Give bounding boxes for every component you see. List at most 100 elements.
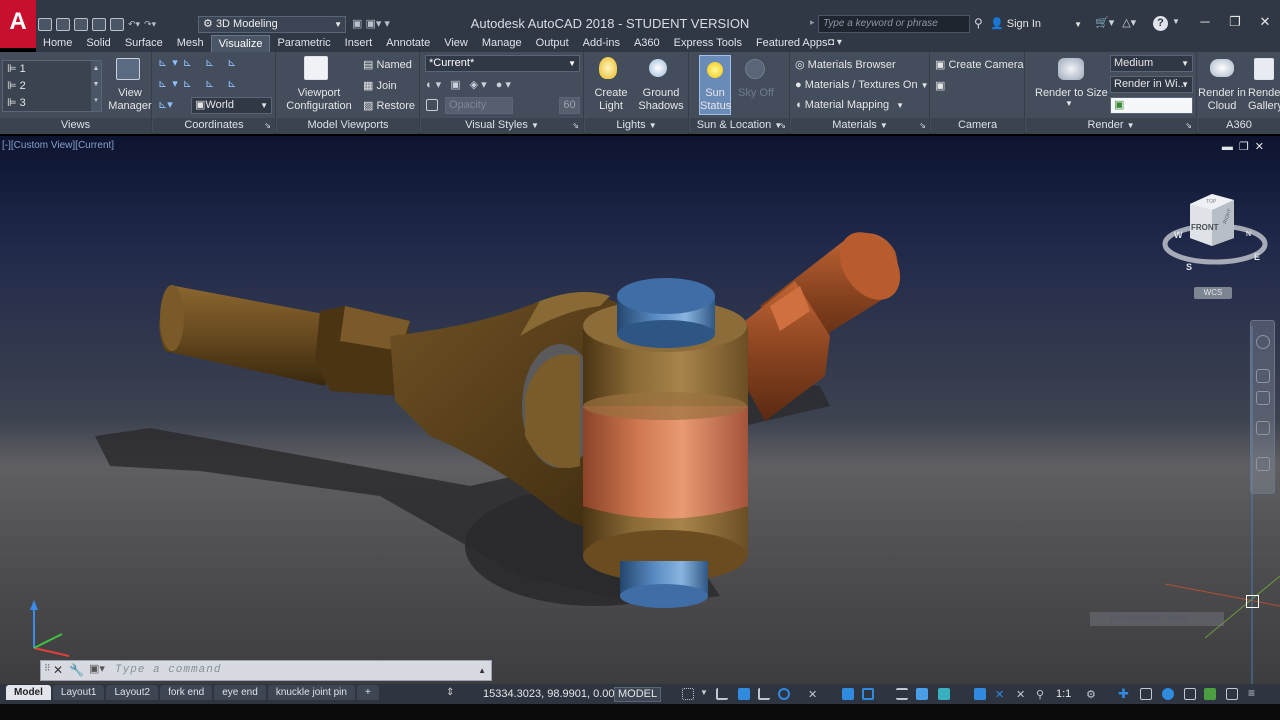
tab-mesh[interactable]: Mesh — [170, 35, 211, 52]
materials-browser-button[interactable]: ◎ Materials Browser — [795, 58, 896, 71]
tab-add-ins[interactable]: Add-ins — [576, 35, 627, 52]
view-item[interactable]: ⊫ 1 — [7, 62, 26, 75]
chevron-down-icon[interactable]: ▼ — [649, 121, 657, 130]
menu-icon[interactable]: ≡ — [1248, 686, 1260, 700]
chevron-down-icon[interactable]: ▼ — [880, 121, 888, 130]
render-in-select[interactable]: Render in Wi... ▼ — [1110, 76, 1193, 93]
tab-surface[interactable]: Surface — [118, 35, 170, 52]
pan-icon[interactable] — [1256, 369, 1270, 383]
ucs-icon-row[interactable]: ⊾▾⊾ ⊾ ⊾ — [158, 56, 242, 69]
osnap-icon[interactable] — [778, 688, 790, 700]
xray-icon[interactable] — [426, 99, 438, 111]
tab-express-tools[interactable]: Express Tools — [667, 35, 749, 52]
layout-tab-layout1[interactable]: Layout1 — [52, 685, 105, 700]
viewport-configuration-icon[interactable] — [304, 56, 328, 80]
new-file-icon[interactable] — [38, 17, 52, 31]
transparency-icon[interactable] — [916, 688, 928, 700]
gallery-icon[interactable] — [1254, 58, 1274, 80]
workspace-switcher[interactable]: ⚙ 3D Modeling ▼ — [198, 16, 346, 33]
visual-style-tools[interactable]: ◐▾ ▣ ◈▾ ●▾ — [426, 78, 514, 91]
redo-icon[interactable]: ↷▾ — [144, 19, 156, 30]
camera-tool-icon[interactable]: ▣ — [935, 79, 945, 92]
sky-icon[interactable] — [745, 59, 765, 79]
tab-home[interactable]: Home — [36, 35, 79, 52]
visual-style-select[interactable]: *Current* ▼ — [425, 55, 580, 72]
compass-south[interactable]: S — [1186, 262, 1192, 272]
save-as-icon[interactable] — [92, 17, 106, 31]
tab-manage[interactable]: Manage — [475, 35, 529, 52]
sign-in-button[interactable]: 👤 Sign In ▼ — [990, 17, 1082, 30]
close-icon[interactable]: ✕ — [1255, 141, 1270, 153]
wrench-icon[interactable]: 🔧 — [69, 663, 84, 677]
layout-tab-knuckle-joint-pin[interactable]: knuckle joint pin — [267, 685, 355, 700]
close-icon[interactable]: ✕ — [1250, 12, 1280, 32]
gizmo-icon[interactable] — [974, 688, 986, 700]
wcs-menu[interactable]: WCS — [1194, 287, 1232, 299]
compass-west[interactable]: W — [1174, 230, 1183, 240]
restore-icon[interactable]: ❐ — [1239, 141, 1255, 153]
dynamic-ucs-icon[interactable] — [842, 688, 854, 700]
cloud-icon[interactable] — [1210, 59, 1234, 77]
tab-a360[interactable]: A360 — [627, 35, 667, 52]
views-list[interactable]: ⊫ 1 ⊫ 2 ⊫ 3 ▲ ▼ ▾ — [2, 60, 102, 112]
grip-icon[interactable]: ⠿ — [44, 663, 51, 674]
ortho-icon[interactable] — [738, 688, 750, 700]
isolate-objects-icon[interactable] — [1140, 688, 1152, 700]
chevron-down-icon[interactable]: ▼ — [700, 688, 712, 700]
tab-annotate[interactable]: Annotate — [379, 35, 437, 52]
quick-properties-icon[interactable] — [1204, 688, 1216, 700]
named-viewports-button[interactable]: ▤ Named — [363, 58, 412, 71]
restore-viewports-button[interactable]: ▨ Restore — [363, 99, 415, 112]
tab-solid[interactable]: Solid — [79, 35, 117, 52]
model-viewport[interactable]: [-][Custom View][Current] ▬❐✕ FRONT TOP … — [0, 136, 1280, 684]
dialog-launcher-icon[interactable]: ⇘ — [1185, 118, 1192, 133]
close-icon[interactable]: ✕ — [53, 663, 63, 677]
ribbon-options-icon[interactable]: ◘ ▾ — [828, 37, 842, 48]
tab-view[interactable]: View — [437, 35, 475, 52]
sky-off-button[interactable]: Sky Off — [738, 87, 774, 99]
view-item[interactable]: ⊫ 2 — [7, 79, 26, 92]
dialog-launcher-icon[interactable]: ⇘ — [572, 118, 579, 133]
autocad-logo[interactable]: A — [0, 0, 36, 48]
view-item[interactable]: ⊫ 3 — [7, 96, 26, 109]
zoom-icon[interactable] — [1256, 391, 1270, 405]
dialog-launcher-icon[interactable]: ⇘ — [779, 118, 786, 133]
render-preset-select[interactable]: Medium ▼ — [1110, 55, 1193, 72]
add-layout-button[interactable]: + — [356, 685, 379, 700]
grid-icon[interactable] — [682, 688, 694, 700]
render-gallery-button[interactable]: Render Gallery — [1248, 87, 1280, 113]
views-scrollbar[interactable]: ▲ ▼ ▾ — [91, 61, 101, 111]
annotation-scale-icon[interactable]: ⚲ — [1036, 688, 1048, 701]
tab-output[interactable]: Output — [529, 35, 576, 52]
showmotion-icon[interactable] — [1256, 457, 1270, 471]
viewport-controls[interactable]: [-][Custom View][Current] — [2, 140, 114, 151]
render-cloud-button[interactable]: Render in Cloud — [1198, 87, 1246, 113]
steering-wheel-icon[interactable] — [1256, 335, 1270, 349]
hardware-acceleration-icon[interactable] — [1162, 688, 1174, 700]
cart-icon[interactable]: 🛒▾ — [1095, 16, 1114, 29]
fullscreen-icon[interactable] — [1226, 688, 1238, 700]
tab-parametric[interactable]: Parametric — [270, 35, 337, 52]
create-light-button[interactable]: Create Light — [589, 87, 633, 113]
undo-icon[interactable]: ↶▾ — [128, 19, 140, 30]
tab-insert[interactable]: Insert — [338, 35, 380, 52]
layout-tab-layout2[interactable]: Layout2 — [106, 685, 159, 700]
tab-visualize[interactable]: Visualize — [210, 35, 271, 52]
maximize-icon[interactable]: ❐ — [1220, 12, 1250, 32]
minimize-icon[interactable]: ▬ — [1222, 141, 1239, 153]
render-to-size-button[interactable]: Render to Size — [1035, 87, 1108, 99]
join-viewports-button[interactable]: ▦ Join — [363, 79, 397, 92]
autoscale-icon[interactable]: ✕ — [1016, 688, 1028, 701]
viewport-configuration-button[interactable]: Viewport Configuration — [281, 87, 357, 113]
materials-textures-button[interactable]: ● Materials / Textures On ▼ — [795, 79, 929, 91]
layout-tab-fork-end[interactable]: fork end — [160, 685, 213, 700]
viewcube-top-label[interactable]: TOP — [1206, 199, 1217, 205]
binoculars-icon[interactable]: ⚲ — [974, 16, 983, 30]
exchange-icon[interactable]: △▾ — [1122, 16, 1136, 29]
workspace-tools-icon[interactable]: ▣ ▣▾ ▾ — [352, 17, 390, 30]
viewcube[interactable]: FRONT TOP RIGHT W S E N — [1160, 186, 1270, 276]
prompt-icon[interactable]: ▣▾ — [89, 662, 105, 675]
view-manager-icon[interactable] — [116, 58, 140, 80]
viewcube-front-label[interactable]: FRONT — [1191, 223, 1219, 232]
dialog-launcher-icon[interactable]: ⇘ — [264, 118, 271, 133]
